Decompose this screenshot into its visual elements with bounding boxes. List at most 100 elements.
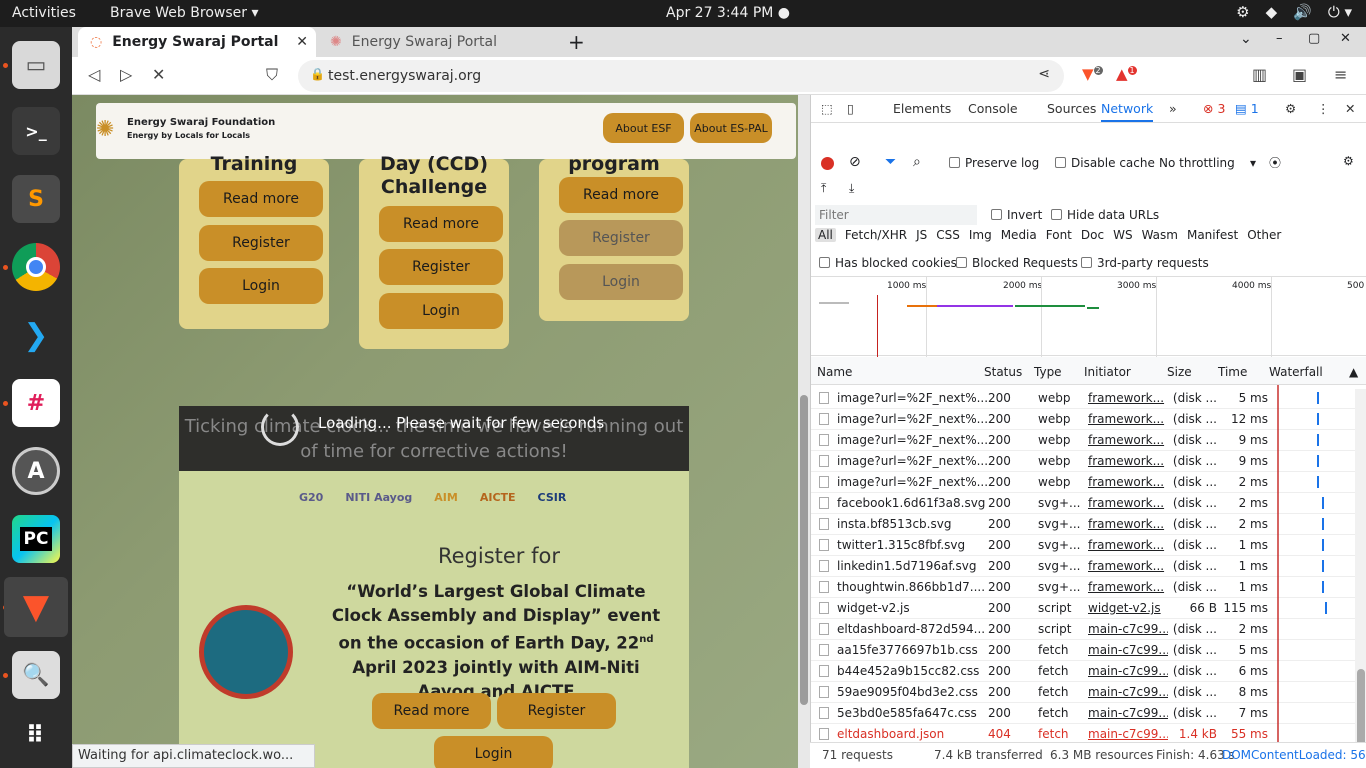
messages-badge[interactable]: ▤ 1 bbox=[1235, 101, 1259, 116]
maximize-icon[interactable]: ▢ bbox=[1308, 31, 1320, 46]
filter-icon[interactable]: ⏷ bbox=[885, 154, 896, 170]
request-initiator[interactable]: main-c7c99... bbox=[1088, 685, 1168, 699]
filter-input[interactable]: Filter bbox=[815, 205, 977, 225]
vscode-icon[interactable]: ❯ bbox=[12, 311, 60, 359]
request-initiator[interactable]: framework... bbox=[1088, 580, 1168, 594]
chrome-icon[interactable] bbox=[12, 243, 60, 291]
export-icon[interactable]: ⤓ bbox=[849, 181, 854, 196]
settings-icon[interactable]: ⚙ bbox=[1285, 101, 1296, 116]
login-button[interactable]: Login bbox=[199, 268, 323, 304]
request-row[interactable]: linkedin1.5d7196af.svg 200 svg+... framewor… bbox=[811, 556, 1366, 577]
clock[interactable]: Apr 27 3:44 PM ● bbox=[666, 5, 790, 21]
request-initiator[interactable]: framework... bbox=[1088, 517, 1168, 531]
request-row[interactable]: image?url=%2F_next%... 200 webp framework..… bbox=[811, 409, 1366, 430]
invert-checkbox[interactable]: Invert bbox=[991, 208, 1042, 222]
scrollbar-thumb[interactable] bbox=[800, 395, 808, 705]
login-button[interactable]: Login bbox=[559, 264, 683, 300]
network-conditions-icon[interactable]: ⦿ bbox=[1269, 154, 1281, 171]
search-app-icon[interactable]: 🔍 bbox=[12, 651, 60, 699]
type-filter-doc[interactable]: Doc bbox=[1081, 228, 1104, 242]
read-more-button[interactable]: Read more bbox=[199, 181, 323, 217]
rewards-icon[interactable]: ▲ 1 bbox=[1116, 65, 1137, 83]
bookmark-icon[interactable]: ⛉ bbox=[266, 65, 278, 85]
page-scrollbar[interactable] bbox=[798, 95, 810, 768]
request-row[interactable]: thoughtwin.866bb1d7.... 200 svg+... framewo… bbox=[811, 577, 1366, 598]
register-button[interactable]: Register bbox=[379, 249, 503, 285]
request-initiator[interactable]: framework... bbox=[1088, 559, 1168, 573]
request-initiator[interactable]: framework... bbox=[1088, 475, 1168, 489]
show-apps-icon[interactable]: ⠿ bbox=[12, 711, 60, 759]
disable-cache-checkbox[interactable]: Disable cache bbox=[1055, 156, 1155, 170]
tab-network[interactable]: Network bbox=[1101, 101, 1154, 122]
col-waterfall[interactable]: Waterfall bbox=[1269, 365, 1323, 379]
type-filter-font[interactable]: Font bbox=[1046, 228, 1072, 242]
type-filter-js[interactable]: JS bbox=[916, 228, 927, 242]
files-icon[interactable]: ▭ bbox=[12, 41, 60, 89]
request-row[interactable]: twitter1.315c8fbf.svg 200 svg+... framework… bbox=[811, 535, 1366, 556]
read-more-button[interactable]: Read more bbox=[559, 177, 683, 213]
request-initiator[interactable]: main-c7c99... bbox=[1088, 643, 1168, 657]
inspect-icon[interactable]: ⬚ bbox=[821, 101, 833, 116]
request-row[interactable]: aa15fe3776697b1b.css 200 fetch main-c7c99..… bbox=[811, 640, 1366, 661]
tab-console[interactable]: Console bbox=[968, 101, 1018, 116]
request-initiator[interactable]: main-c7c99... bbox=[1088, 706, 1168, 720]
type-filter-img[interactable]: Img bbox=[969, 228, 992, 242]
col-initiator[interactable]: Initiator bbox=[1084, 365, 1131, 379]
brave-icon[interactable]: ▼ bbox=[12, 583, 60, 631]
tab-elements[interactable]: Elements bbox=[893, 101, 951, 116]
record-icon[interactable] bbox=[821, 157, 834, 170]
more-tabs-icon[interactable]: » bbox=[1169, 101, 1177, 116]
terminal-icon[interactable]: >_ bbox=[12, 107, 60, 155]
about-esf-button[interactable]: About ESF bbox=[603, 113, 684, 143]
request-initiator[interactable]: main-c7c99... bbox=[1088, 727, 1168, 741]
request-row[interactable]: image?url=%2F_next%... 200 webp framework..… bbox=[811, 451, 1366, 472]
forward-icon[interactable]: ▷ bbox=[120, 65, 132, 84]
request-list-scrollbar-thumb[interactable] bbox=[1357, 669, 1365, 749]
close-tab-icon[interactable]: ✕ bbox=[296, 34, 308, 50]
type-filter-other[interactable]: Other bbox=[1247, 228, 1281, 242]
request-row[interactable]: image?url=%2F_next%... 200 webp framework..… bbox=[811, 472, 1366, 493]
login-button[interactable]: Login bbox=[379, 293, 503, 329]
hide-data-urls-checkbox[interactable]: Hide data URLs bbox=[1051, 208, 1159, 222]
activities-button[interactable]: Activities bbox=[12, 5, 76, 21]
pycharm-icon[interactable]: PC bbox=[12, 515, 60, 563]
type-filter-all[interactable]: All bbox=[815, 228, 836, 242]
read-more-button[interactable]: Read more bbox=[372, 693, 491, 729]
network-settings-icon[interactable]: ⚙ bbox=[1343, 154, 1354, 168]
more-options-icon[interactable]: ⋮ bbox=[1317, 101, 1330, 116]
col-size[interactable]: Size bbox=[1167, 365, 1192, 379]
sort-icon[interactable]: ▲ bbox=[1349, 365, 1358, 379]
request-row[interactable]: b44e452a9b15cc82.css 200 fetch main-c7c99..… bbox=[811, 661, 1366, 682]
type-filter-media[interactable]: Media bbox=[1001, 228, 1037, 242]
timeline-overview[interactable]: 1000 ms 2000 ms 3000 ms 4000 ms 500 bbox=[811, 276, 1366, 357]
request-row[interactable]: facebook1.6d61f3a8.svg 200 svg+... framewor… bbox=[811, 493, 1366, 514]
system-tray[interactable]: ⚙ ◆ 🔊 ⏻ ▾ bbox=[1236, 3, 1352, 21]
request-list-scrollbar[interactable] bbox=[1355, 389, 1366, 751]
col-status[interactable]: Status bbox=[984, 365, 1022, 379]
type-filter-wasm[interactable]: Wasm bbox=[1142, 228, 1178, 242]
errors-badge[interactable]: ⊗ 3 bbox=[1203, 101, 1225, 116]
preserve-log-checkbox[interactable]: Preserve log bbox=[949, 156, 1039, 170]
login-button[interactable]: Login bbox=[434, 736, 553, 768]
brave-shields-icon[interactable]: ▼ 2 bbox=[1082, 65, 1103, 83]
throttling-select[interactable]: No throttling ▾ bbox=[1159, 156, 1256, 170]
stop-icon[interactable]: ✕ bbox=[152, 65, 165, 84]
request-row[interactable]: insta.bf8513cb.svg 200 svg+... framework...… bbox=[811, 514, 1366, 535]
request-initiator[interactable]: framework... bbox=[1088, 538, 1168, 552]
url-field[interactable]: 🔒 test.energyswaraj.org ⋖ bbox=[298, 60, 1064, 92]
tab-search-icon[interactable]: ⌄ bbox=[1240, 31, 1252, 47]
col-time[interactable]: Time bbox=[1218, 365, 1247, 379]
back-icon[interactable]: ◁ bbox=[88, 65, 100, 84]
request-row[interactable]: image?url=%2F_next%... 200 webp framework..… bbox=[811, 388, 1366, 409]
app-center-icon[interactable]: A bbox=[12, 447, 60, 495]
request-initiator[interactable]: framework... bbox=[1088, 454, 1168, 468]
about-espal-button[interactable]: About ES-PAL bbox=[690, 113, 772, 143]
device-toolbar-icon[interactable]: ▯ bbox=[847, 101, 854, 116]
request-row[interactable]: image?url=%2F_next%... 200 webp framework..… bbox=[811, 430, 1366, 451]
register-button[interactable]: Register bbox=[497, 693, 616, 729]
menu-icon[interactable]: ≡ bbox=[1334, 65, 1347, 84]
request-initiator[interactable]: framework... bbox=[1088, 496, 1168, 510]
search-icon[interactable]: ⌕ bbox=[913, 154, 921, 170]
app-menu[interactable]: Brave Web Browser ▾ bbox=[110, 5, 258, 21]
col-type[interactable]: Type bbox=[1034, 365, 1062, 379]
